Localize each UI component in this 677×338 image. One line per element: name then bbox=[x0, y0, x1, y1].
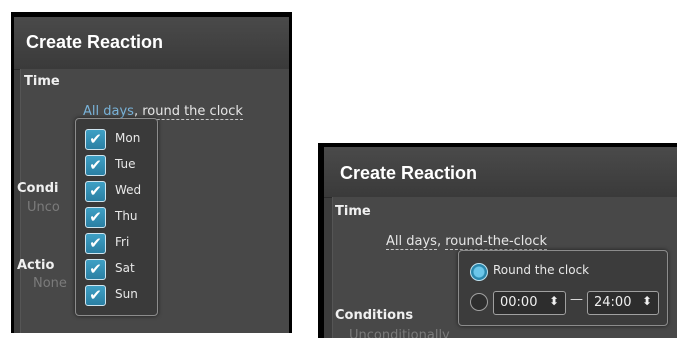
to-time-value: 24:00 bbox=[594, 295, 632, 310]
day-item-sat[interactable]: ✔ Sat bbox=[85, 258, 153, 280]
time-range-radio[interactable] bbox=[470, 293, 488, 311]
day-checkbox[interactable]: ✔ bbox=[85, 259, 106, 280]
range-dash: — bbox=[570, 292, 583, 307]
day-checkbox[interactable]: ✔ bbox=[85, 285, 106, 306]
to-time-stepper[interactable]: 24:00 ⬍ bbox=[587, 291, 659, 315]
time-label: Time bbox=[24, 74, 60, 89]
round-the-clock-radio[interactable] bbox=[470, 263, 488, 281]
summary-separator: , bbox=[436, 234, 446, 249]
spin-arrows-icon[interactable]: ⬍ bbox=[549, 294, 559, 308]
conditions-label: Condi bbox=[17, 181, 59, 196]
hours-popup: Round the clock 00:00 ⬍ — 24:00 ⬍ bbox=[458, 250, 668, 326]
day-item-tue[interactable]: ✔ Tue bbox=[85, 154, 153, 176]
time-summary[interactable]: All days, round the clock bbox=[83, 104, 243, 120]
right-title-bar: Create Reaction bbox=[324, 147, 677, 198]
day-item-fri[interactable]: ✔ Fri bbox=[85, 232, 153, 254]
dialog-title: Create Reaction bbox=[340, 163, 478, 183]
time-summary[interactable]: All days, round-the-clock bbox=[386, 234, 548, 250]
round-the-clock-link[interactable]: round-the-clock bbox=[445, 234, 548, 250]
day-checkbox[interactable]: ✔ bbox=[85, 181, 106, 202]
dialog-title: Create Reaction bbox=[26, 32, 164, 52]
day-checkbox[interactable]: ✔ bbox=[85, 155, 106, 176]
day-label: Sun bbox=[115, 287, 138, 301]
all-days-link[interactable]: All days bbox=[386, 234, 437, 250]
day-label: Mon bbox=[115, 131, 141, 145]
round-the-clock-link[interactable]: round the clock bbox=[142, 104, 243, 120]
day-item-wed[interactable]: ✔ Wed bbox=[85, 180, 153, 202]
day-label: Fri bbox=[115, 235, 130, 249]
day-checkbox[interactable]: ✔ bbox=[85, 233, 106, 254]
time-label: Time bbox=[335, 204, 371, 219]
conditions-value[interactable]: Unconditionally bbox=[349, 328, 450, 338]
day-checkbox[interactable]: ✔ bbox=[85, 129, 106, 150]
round-the-clock-label: Round the clock bbox=[493, 263, 590, 277]
conditions-label: Conditions bbox=[335, 308, 414, 323]
left-title-bar: Create Reaction bbox=[14, 17, 289, 70]
actions-value[interactable]: None bbox=[33, 276, 67, 291]
spin-arrows-icon[interactable]: ⬍ bbox=[642, 294, 652, 308]
summary-separator: , bbox=[133, 104, 143, 119]
day-label: Sat bbox=[115, 261, 135, 275]
day-item-thu[interactable]: ✔ Thu bbox=[85, 206, 153, 228]
day-item-sun[interactable]: ✔ Sun bbox=[85, 284, 153, 306]
day-label: Wed bbox=[115, 183, 142, 197]
day-checkbox[interactable]: ✔ bbox=[85, 207, 106, 228]
days-dropdown: ✔ Mon ✔ Tue ✔ Wed ✔ Thu ✔ Fri ✔ Sat ✔ Su… bbox=[75, 118, 158, 316]
day-item-mon[interactable]: ✔ Mon bbox=[85, 128, 153, 150]
actions-label: Actio bbox=[17, 258, 55, 273]
day-label: Thu bbox=[115, 209, 138, 223]
conditions-value[interactable]: Unco bbox=[27, 200, 60, 215]
day-label: Tue bbox=[115, 157, 136, 171]
from-time-value: 00:00 bbox=[500, 295, 538, 310]
from-time-stepper[interactable]: 00:00 ⬍ bbox=[493, 291, 566, 315]
